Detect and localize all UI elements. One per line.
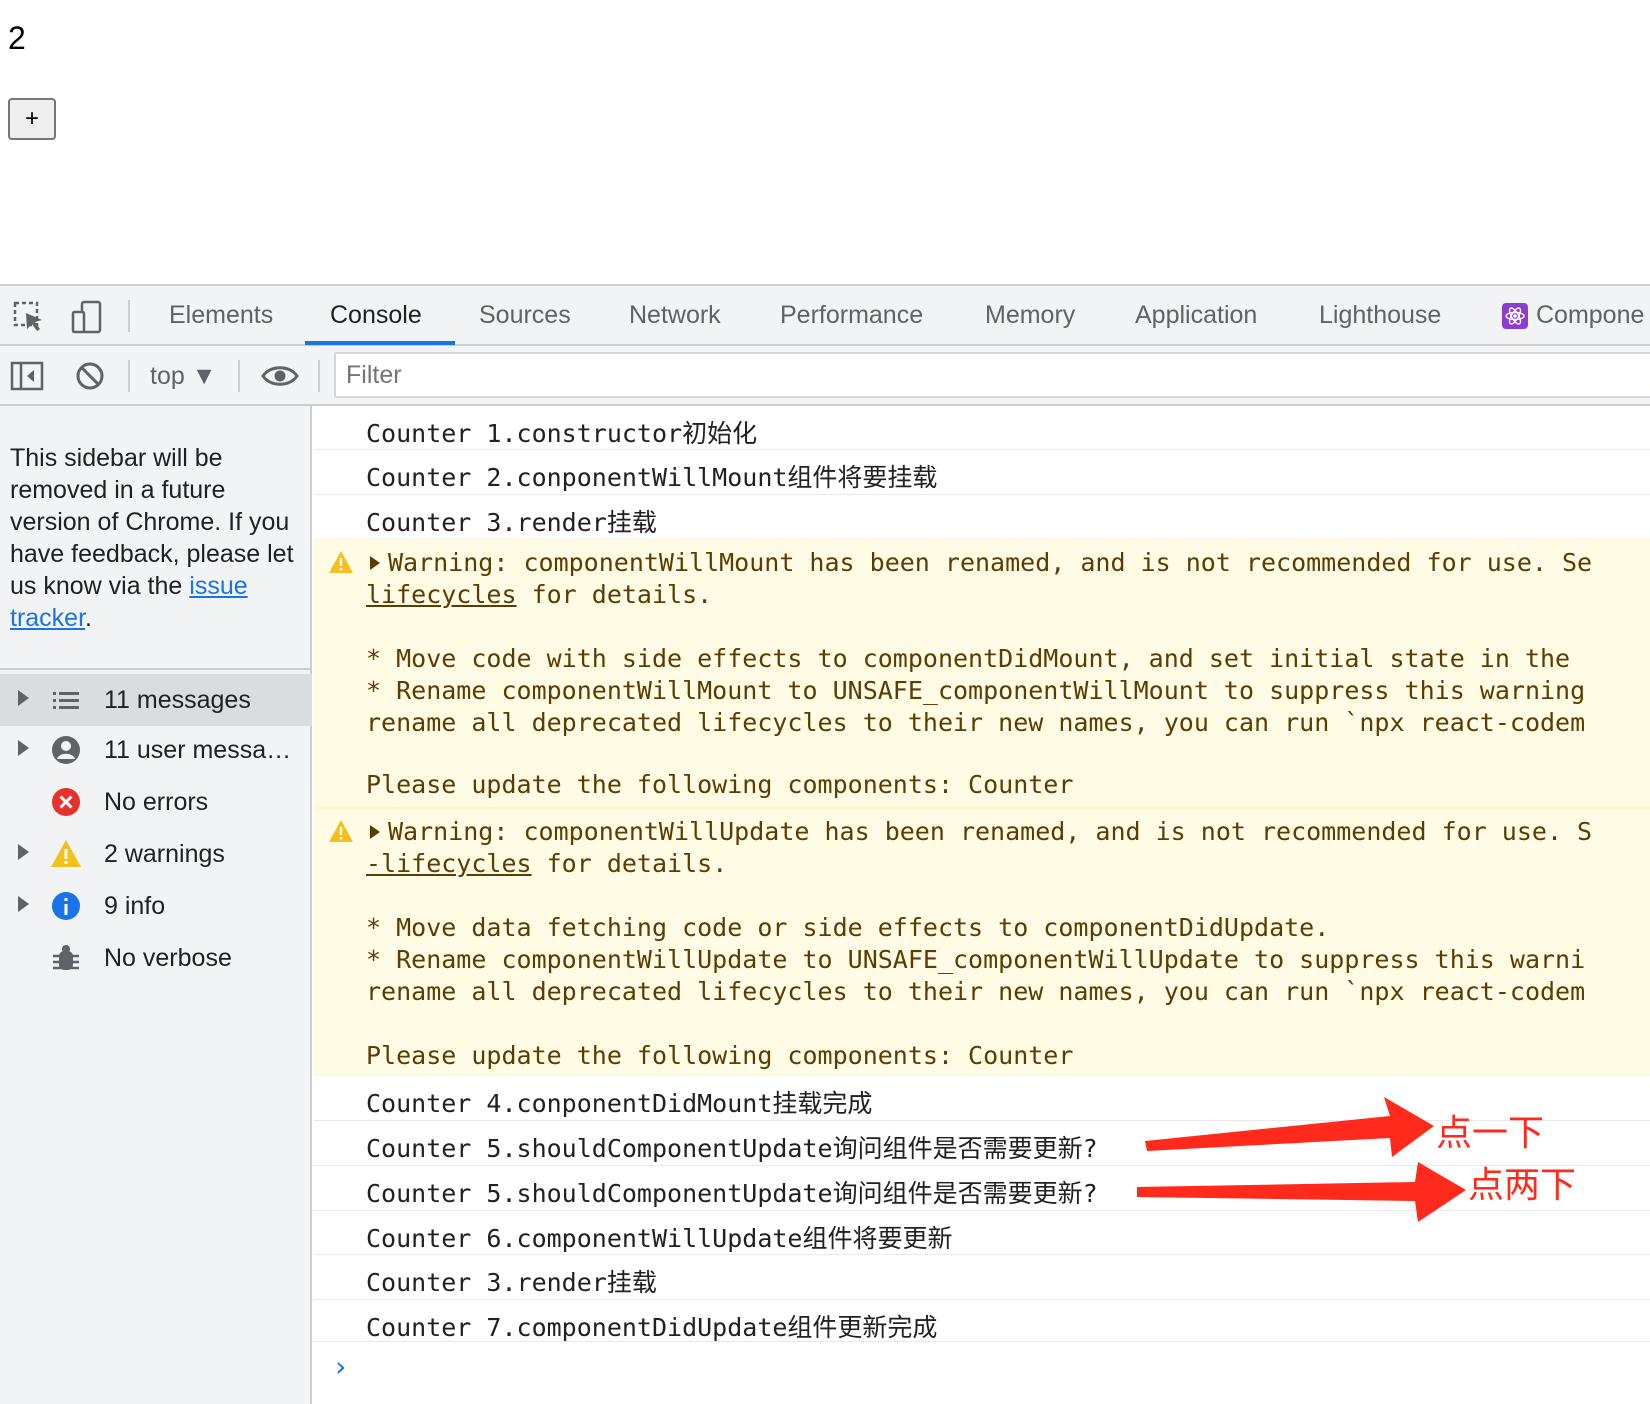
sidebar-item-errors[interactable]: No errors xyxy=(0,776,312,828)
warning-text: lifecycles for details. xyxy=(366,580,713,609)
console-output: Counter 1.constructor初始化 Counter 2.conpo… xyxy=(314,406,1650,1404)
tab-elements[interactable]: Elements xyxy=(169,286,273,344)
filter-input[interactable] xyxy=(334,352,1650,398)
sidebar-divider xyxy=(0,668,312,670)
sidebar-deprecation-notice: This sidebar will be removed in a future… xyxy=(10,442,302,634)
warning-text: Please update the following components: … xyxy=(366,1041,1074,1070)
warning-text: rename all deprecated lifecycles to thei… xyxy=(366,708,1586,737)
sidebar-item-label: No verbose xyxy=(104,944,232,972)
warning-text: * Move code with side effects to compone… xyxy=(366,644,1571,673)
docs-link[interactable]: -lifecycles xyxy=(366,849,532,878)
expand-arrow-icon[interactable] xyxy=(370,825,380,839)
tab-console[interactable]: Console xyxy=(330,286,422,344)
warning-text: Please update the following components: … xyxy=(366,770,1074,799)
console-toolbar: top ▼ xyxy=(0,346,1650,406)
info-icon xyxy=(52,892,80,920)
warning-message[interactable]: Warning: componentWillUpdate has been re… xyxy=(314,808,1650,1076)
toolbar-divider xyxy=(318,360,320,392)
sidebar-toggle-icon[interactable] xyxy=(10,359,44,393)
sidebar-item-warnings[interactable]: 2 warnings xyxy=(0,828,312,880)
sidebar-item-label: 11 user messa… xyxy=(104,736,292,764)
device-toolbar-icon[interactable] xyxy=(70,300,104,334)
log-line: Counter 1.constructor初始化 xyxy=(314,406,1650,450)
clear-console-icon[interactable] xyxy=(73,359,107,393)
tab-components[interactable]: Compone xyxy=(1536,286,1644,344)
docs-link[interactable]: lifecycles xyxy=(366,580,517,609)
log-line: Counter 6.componentWillUpdate组件将要更新 xyxy=(314,1211,1650,1255)
annotation-click-once: 点一下 xyxy=(1436,1113,1545,1154)
log-line: Counter 5.shouldComponentUpdate询问组件是否需要更… xyxy=(314,1166,1650,1211)
sidebar-item-verbose[interactable]: No verbose xyxy=(0,932,312,984)
tab-performance[interactable]: Performance xyxy=(780,286,923,344)
toolbar-divider xyxy=(128,300,130,332)
sidebar-item-info[interactable]: 9 info xyxy=(0,880,312,932)
warning-text: -lifecycles for details. xyxy=(366,849,728,878)
console-prompt-icon[interactable]: › xyxy=(332,1350,349,1383)
expand-arrow-icon[interactable] xyxy=(18,896,29,912)
sidebar-item-user-messages[interactable]: 11 user messa… xyxy=(0,724,312,776)
tab-memory[interactable]: Memory xyxy=(985,286,1075,344)
inspect-element-icon[interactable] xyxy=(12,300,46,334)
context-selector[interactable]: top ▼ xyxy=(150,346,216,406)
warning-icon xyxy=(51,840,81,867)
tab-application[interactable]: Application xyxy=(1135,286,1257,344)
notice-end: . xyxy=(85,604,92,632)
app-page: 2 + xyxy=(0,0,1650,284)
log-line: Counter 3.render挂载 xyxy=(314,1255,1650,1300)
react-components-icon xyxy=(1502,303,1528,329)
log-line: Counter 7.componentDidUpdate组件更新完成 xyxy=(314,1300,1650,1342)
warning-text: Warning: componentWillMount has been ren… xyxy=(388,548,1593,577)
user-icon xyxy=(52,736,80,764)
toolbar-divider xyxy=(128,360,130,392)
error-icon xyxy=(52,788,80,816)
sidebar-item-label: 2 warnings xyxy=(104,840,225,868)
warning-text: * Move data fetching code or side effect… xyxy=(366,913,1330,942)
warning-text: * Rename componentWillMount to UNSAFE_co… xyxy=(366,676,1586,705)
warning-icon xyxy=(329,551,353,573)
warning-text: * Rename componentWillUpdate to UNSAFE_c… xyxy=(366,945,1586,974)
sidebar-item-messages[interactable]: 11 messages xyxy=(0,674,312,726)
warning-message[interactable]: Warning: componentWillMount has been ren… xyxy=(314,539,1650,808)
toolbar-divider xyxy=(238,360,240,392)
tab-lighthouse[interactable]: Lighthouse xyxy=(1319,286,1441,344)
live-expression-eye-icon[interactable] xyxy=(261,359,299,393)
tab-network[interactable]: Network xyxy=(629,286,721,344)
console-sidebar: This sidebar will be removed in a future… xyxy=(0,406,312,1404)
expand-arrow-icon[interactable] xyxy=(370,556,380,570)
log-line: Counter 2.conponentWillMount组件将要挂载 xyxy=(314,450,1650,495)
warning-text: Warning: componentWillUpdate has been re… xyxy=(388,817,1593,846)
sidebar-item-label: No errors xyxy=(104,788,209,816)
annotation-click-twice: 点两下 xyxy=(1468,1165,1577,1206)
expand-arrow-icon[interactable] xyxy=(18,844,29,860)
tab-sources[interactable]: Sources xyxy=(479,286,571,344)
counter-value: 2 xyxy=(8,20,26,56)
devtools-tabbar: Elements Console Sources Network Perform… xyxy=(0,286,1650,346)
active-tab-indicator xyxy=(305,341,455,345)
increment-button[interactable]: + xyxy=(8,98,56,140)
sidebar-item-label: 11 messages xyxy=(104,686,251,714)
notice-text: This sidebar will be removed in a future… xyxy=(10,444,294,600)
warning-text: rename all deprecated lifecycles to thei… xyxy=(366,977,1586,1006)
expand-arrow-icon[interactable] xyxy=(18,690,29,706)
bug-icon xyxy=(53,945,79,970)
devtools-panel: Elements Console Sources Network Perform… xyxy=(0,284,1650,1404)
list-icon xyxy=(53,692,79,709)
expand-arrow-icon[interactable] xyxy=(18,740,29,756)
warning-icon xyxy=(329,820,353,842)
sidebar-item-label: 9 info xyxy=(104,892,166,920)
log-line: Counter 3.render挂载 xyxy=(366,508,657,537)
